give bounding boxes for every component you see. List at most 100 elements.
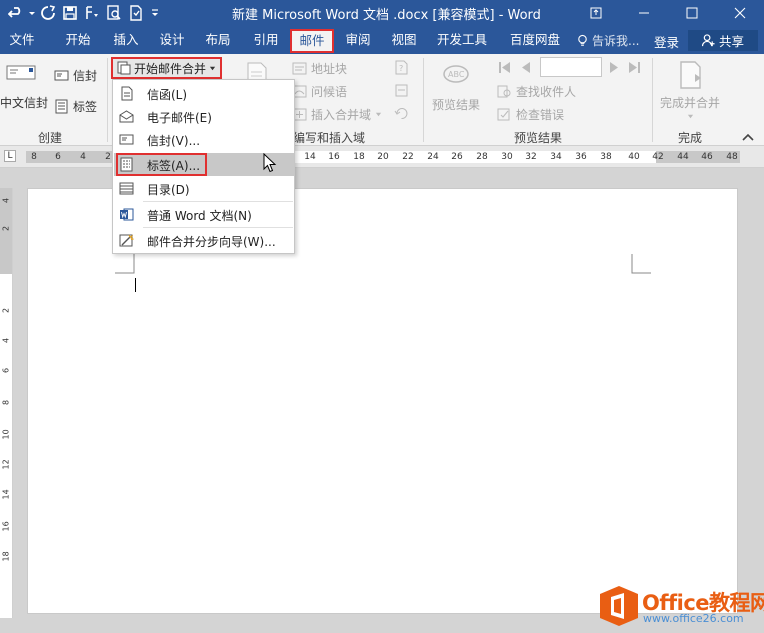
- ruler-tick: 8: [1, 399, 11, 406]
- close-icon[interactable]: [716, 0, 764, 26]
- update-labels-icon[interactable]: [394, 106, 409, 121]
- chinese-envelopes-button[interactable]: 中文信封: [0, 94, 48, 111]
- finish-merge-icon: [680, 61, 701, 89]
- collapse-ribbon-icon[interactable]: [741, 132, 755, 142]
- finish-merge-button[interactable]: 完成并合并: [660, 60, 720, 120]
- match-fields-icon[interactable]: [394, 83, 409, 98]
- svg-text:ABC: ABC: [448, 70, 465, 79]
- find-recipient-label: 查找收件人: [516, 85, 577, 99]
- ruler-tick: 16: [328, 152, 340, 162]
- preview-results-label: 预览结果: [432, 98, 481, 112]
- undo-icon[interactable]: [6, 2, 26, 24]
- greeting-line-label: 问候语: [311, 85, 348, 99]
- insert-merge-field-label: 插入合并域: [311, 108, 372, 122]
- preview-results-button[interactable]: ABC 预览结果: [432, 62, 480, 113]
- ruler-tick: 44: [677, 152, 689, 162]
- tab-review[interactable]: 审阅: [336, 29, 380, 53]
- maximize-icon[interactable]: [668, 0, 716, 26]
- labels-button[interactable]: 标签: [54, 98, 97, 115]
- tab-developer[interactable]: 开发工具: [430, 29, 494, 53]
- watermark-url: www.office26.com: [643, 612, 744, 625]
- record-number-input[interactable]: [540, 57, 602, 77]
- check-errors-label: 检查错误: [516, 108, 565, 122]
- first-record-icon[interactable]: [497, 60, 512, 75]
- check-errors-button[interactable]: 检查错误: [497, 106, 564, 123]
- find-recipient-icon: [497, 85, 511, 98]
- find-recipient-button[interactable]: 查找收件人: [497, 83, 576, 100]
- labels-icon: [120, 157, 133, 172]
- address-block-label: 地址块: [311, 62, 348, 76]
- touch-mode-icon[interactable]: [82, 2, 102, 24]
- last-record-icon[interactable]: [627, 60, 642, 75]
- print-preview-icon[interactable]: [104, 2, 124, 24]
- tab-baidu-netdisk[interactable]: 百度网盘: [500, 29, 570, 53]
- tab-insert[interactable]: 插入: [104, 29, 148, 53]
- ribbon-display-options-icon[interactable]: [572, 0, 620, 26]
- menu-item-normal-word-document[interactable]: 普通 Word 文档(N): [114, 203, 294, 226]
- tab-design[interactable]: 设计: [150, 29, 194, 53]
- menu-item-label: 电子邮件(E): [147, 111, 212, 125]
- menu-item-directory[interactable]: 目录(D): [114, 177, 294, 200]
- insert-merge-field-button[interactable]: 插入合并域: [292, 106, 382, 123]
- chevron-down-icon: [687, 114, 693, 119]
- menu-item-letters[interactable]: 信函(L): [114, 82, 294, 105]
- envelopes-button[interactable]: 信封: [54, 67, 97, 84]
- tab-home[interactable]: 开始: [56, 29, 100, 53]
- ruler-tick: 16: [1, 521, 11, 532]
- rules-button[interactable]: ?: [394, 60, 409, 75]
- ruler-tick: 2: [1, 225, 11, 232]
- tab-mailings[interactable]: 邮件: [290, 29, 334, 53]
- save-icon[interactable]: [60, 2, 80, 24]
- word-icon: [120, 208, 134, 221]
- menu-item-envelopes[interactable]: 信封(V)...: [114, 128, 294, 151]
- ribbon-separator: [423, 58, 424, 142]
- start-mail-merge-button[interactable]: 开始邮件合并: [111, 57, 223, 79]
- finish-group-label: 完成: [678, 131, 703, 145]
- share-button[interactable]: 共享: [688, 30, 758, 51]
- next-record-icon[interactable]: [607, 60, 622, 75]
- menu-item-mail-merge-wizard[interactable]: 邮件合并分步向导(W)...: [114, 229, 294, 252]
- svg-text:?: ?: [399, 64, 403, 73]
- user-add-icon: [701, 34, 715, 47]
- menu-item-label: 标签(A)...: [147, 159, 201, 173]
- ruler-tick: 32: [525, 152, 537, 162]
- ruler-tick: 12: [1, 459, 11, 470]
- tab-file[interactable]: 文件: [0, 29, 44, 53]
- ruler-tick: 28: [476, 152, 488, 162]
- ruler-tick: 10: [1, 429, 11, 440]
- ruler-tick: 46: [701, 152, 713, 162]
- undo-dropdown-icon[interactable]: [28, 2, 36, 24]
- tell-me-search[interactable]: 告诉我...: [576, 30, 639, 50]
- login-link[interactable]: 登录: [654, 32, 679, 51]
- office26-watermark: Office教程网 www.office26.com: [598, 585, 764, 629]
- ruler-tick: 6: [55, 152, 61, 162]
- redo-icon[interactable]: [38, 2, 58, 24]
- menu-separator: [143, 201, 293, 202]
- start-mail-merge-label: 开始邮件合并: [134, 61, 207, 76]
- ruler-tick: 20: [377, 152, 389, 162]
- vertical-ruler[interactable]: 4 2 2 4 6 8 10 12 14 16 18: [0, 188, 13, 618]
- menu-item-email[interactable]: 电子邮件(E): [114, 105, 294, 128]
- greeting-line-button[interactable]: 问候语: [292, 83, 347, 100]
- menu-item-label: 邮件合并分步向导(W)...: [147, 235, 276, 249]
- tab-view[interactable]: 视图: [382, 29, 426, 53]
- address-block-button[interactable]: 地址块: [292, 60, 347, 77]
- quick-access-toolbar: [6, 2, 162, 24]
- letter-icon: [121, 86, 133, 101]
- document-icon[interactable]: [126, 2, 146, 24]
- wizard-icon: [119, 234, 134, 247]
- ruler-tick: 22: [402, 152, 414, 162]
- envelope-icon: [119, 134, 134, 145]
- tab-references[interactable]: 引用: [244, 29, 288, 53]
- customize-qat-icon[interactable]: [148, 2, 162, 24]
- envelopes-label: 信封: [73, 69, 98, 83]
- preview-results-icon: ABC: [443, 65, 469, 83]
- ruler-tick: 4: [1, 337, 11, 344]
- ruler-tick: 48: [726, 152, 738, 162]
- minimize-icon[interactable]: [620, 0, 668, 26]
- tell-me-label: 告诉我...: [592, 33, 640, 48]
- tab-selector[interactable]: L: [4, 150, 16, 162]
- crop-mark-left: [115, 254, 135, 274]
- tab-layout[interactable]: 布局: [196, 29, 240, 53]
- previous-record-icon[interactable]: [518, 60, 533, 75]
